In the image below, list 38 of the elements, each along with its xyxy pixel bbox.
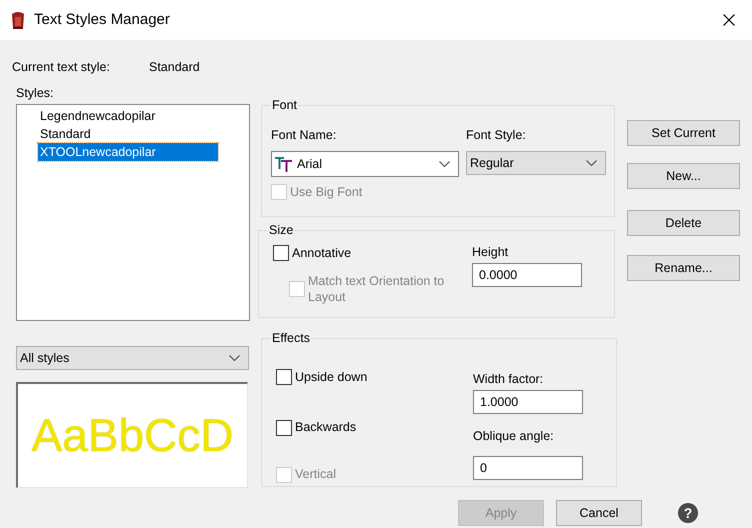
help-button[interactable]: ?: [678, 503, 698, 523]
style-list-item[interactable]: Standard: [38, 125, 218, 143]
font-name-dropdown[interactable]: Arial: [271, 151, 459, 177]
preview-sample: AaBbCcD: [32, 408, 234, 463]
styles-filter-dropdown[interactable]: All styles: [16, 346, 249, 370]
group-title: Font: [271, 98, 298, 112]
group-title: Effects: [271, 331, 311, 345]
app-icon: [10, 11, 26, 29]
group-title: Size: [268, 223, 294, 237]
current-style-label: Current text style:: [12, 59, 111, 76]
upside-down-checkbox[interactable]: Upside down: [276, 368, 368, 387]
action-button[interactable]: Set Current: [627, 120, 740, 146]
close-icon: [723, 14, 735, 26]
field-label: Height: [472, 244, 510, 261]
backwards-checkbox[interactable]: Backwards: [276, 418, 356, 437]
styles-list[interactable]: Legendnewcadopilar Standard XTOOLnewcadopilar: [16, 104, 250, 321]
action-button[interactable]: Rename...: [627, 255, 740, 281]
oblique-angle-input[interactable]: 0: [473, 456, 583, 480]
field-label: Width factor:: [473, 371, 544, 388]
truetype-icon: [275, 156, 293, 172]
chevron-down-icon: [229, 355, 240, 361]
field-label: Font Name:: [271, 127, 338, 144]
field-label: Font Style:: [466, 127, 527, 144]
height-input[interactable]: 0.0000: [472, 263, 582, 287]
annotative-checkbox[interactable]: Annotative: [273, 244, 352, 263]
chevron-down-icon: [439, 161, 450, 167]
action-button[interactable]: New...: [627, 163, 740, 189]
style-list-item[interactable]: Legendnewcadopilar: [38, 107, 218, 125]
window-title: Text Styles Manager: [34, 10, 170, 30]
field-label: Oblique angle:: [473, 428, 555, 445]
chevron-down-icon: [586, 160, 597, 166]
action-button[interactable]: Delete: [627, 210, 740, 236]
styles-label: Styles:: [16, 85, 55, 102]
dialog-button[interactable]: Cancel: [556, 500, 642, 526]
font-style-dropdown[interactable]: Regular: [466, 151, 606, 175]
current-style-value: Standard: [149, 59, 200, 76]
width-factor-input[interactable]: 1.0000: [473, 390, 583, 414]
style-list-item[interactable]: XTOOLnewcadopilar: [38, 143, 218, 161]
